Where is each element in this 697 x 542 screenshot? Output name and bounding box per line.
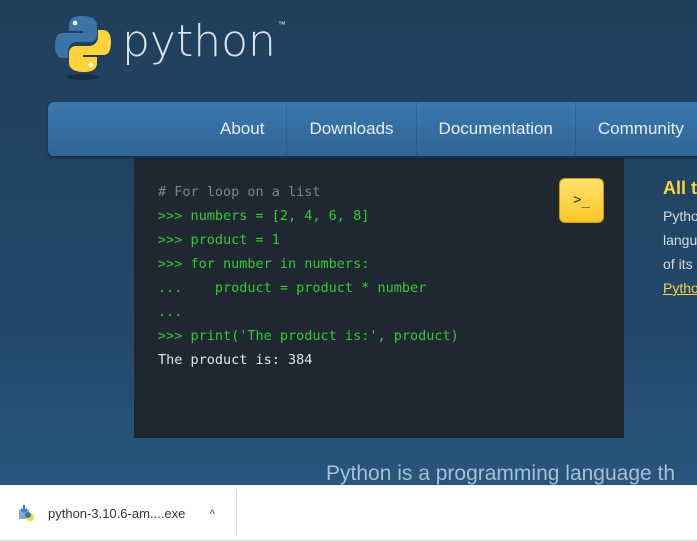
- code-line: >>> print('The product is:', product): [158, 328, 459, 344]
- feature-text: langu: [663, 232, 697, 248]
- trademark: ™: [277, 20, 286, 29]
- nav-community[interactable]: Community: [574, 102, 697, 156]
- code-line: >>> product = 1: [158, 232, 280, 248]
- code-line: >>> numbers = [2, 4, 6, 8]: [158, 208, 370, 224]
- tagline: Python is a programming language th: [326, 462, 676, 485]
- feature-text: Pytho: [663, 208, 697, 224]
- code-line: ... product = product * number: [158, 280, 427, 296]
- code-line: # For loop on a list: [158, 184, 321, 200]
- download-bar: python-3.10.6-am....exe ^: [0, 485, 697, 542]
- code-line: The product is: 384: [158, 352, 313, 368]
- launch-shell-button[interactable]: >_: [559, 178, 604, 223]
- nav-downloads[interactable]: Downloads: [286, 102, 415, 156]
- feature-panel: All t Pytho langu of its Pytho: [663, 176, 697, 300]
- download-filename: python-3.10.6-am....exe: [48, 506, 186, 521]
- nav-documentation[interactable]: Documentation: [415, 102, 575, 156]
- nav-about[interactable]: About: [198, 102, 286, 156]
- code-line: >>> for number in numbers:: [158, 256, 370, 272]
- main-nav: About Downloads Documentation Community: [48, 102, 697, 156]
- feature-heading: All t: [663, 178, 697, 198]
- installer-file-icon: [19, 504, 34, 521]
- code-line: ...: [158, 304, 183, 320]
- chevron-up-icon[interactable]: ^: [209, 507, 215, 521]
- divider: [236, 491, 237, 535]
- python-snake-icon: [55, 16, 111, 80]
- code-sample: # For loop on a list >>> numbers = [2, 4…: [134, 158, 624, 438]
- download-item[interactable]: python-3.10.6-am....exe ^: [18, 485, 215, 542]
- logo-wordmark: python: [122, 16, 276, 67]
- python-logo[interactable]: python ™: [54, 14, 286, 80]
- feature-link[interactable]: Pytho: [663, 280, 697, 296]
- feature-text: of its: [663, 256, 693, 272]
